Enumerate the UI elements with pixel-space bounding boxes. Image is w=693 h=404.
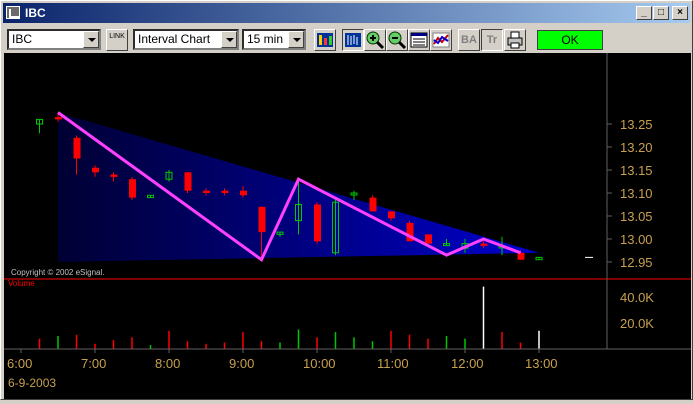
time-tick-label: 6:00 bbox=[7, 356, 32, 371]
price-tick-label: 13.15 bbox=[620, 163, 653, 178]
maximize-button[interactable]: □ bbox=[653, 6, 669, 20]
zoom-in-button[interactable] bbox=[364, 29, 386, 51]
candle bbox=[535, 256, 543, 261]
status-label: OK bbox=[561, 33, 579, 47]
chevron-down-icon[interactable] bbox=[288, 31, 304, 48]
chart-window: IBC _ □ × IBC LINK Interval Chart 15 min bbox=[0, 0, 693, 400]
title-bar[interactable]: IBC _ □ × bbox=[3, 3, 690, 23]
bar-style-icon bbox=[317, 33, 333, 47]
trade-button[interactable]: Tr bbox=[481, 29, 503, 51]
date-label: 6-9-2003 bbox=[8, 376, 56, 390]
price-tick-label: 13.00 bbox=[620, 232, 653, 247]
link-button[interactable]: LINK bbox=[106, 29, 128, 51]
candle-body bbox=[129, 179, 136, 198]
volume-layer bbox=[38, 286, 540, 349]
close-button[interactable]: × bbox=[672, 6, 688, 20]
zoom-out-icon bbox=[388, 31, 407, 50]
status-indicator: OK bbox=[537, 30, 603, 50]
bid-ask-label: BA bbox=[461, 34, 477, 46]
symbol-value: IBC bbox=[12, 32, 33, 46]
studies-button[interactable] bbox=[430, 29, 452, 51]
data-window-button[interactable] bbox=[408, 29, 430, 51]
candle-body bbox=[110, 174, 118, 177]
interval-combo[interactable]: 15 min bbox=[242, 29, 306, 50]
trade-label: Tr bbox=[486, 34, 498, 46]
bar-style-button[interactable] bbox=[314, 29, 336, 51]
candle-body bbox=[73, 137, 81, 159]
time-tick-label: 8:00 bbox=[155, 356, 180, 371]
symbol-combo[interactable]: IBC bbox=[7, 29, 101, 50]
candle-body bbox=[369, 197, 377, 212]
candle-body bbox=[203, 190, 210, 193]
time-tick-label: 9:00 bbox=[229, 356, 254, 371]
candle-body bbox=[388, 211, 395, 219]
zoom-in-icon bbox=[366, 31, 385, 50]
chart-area[interactable]: 13.25 13.20 13.15 13.10 13.05 13.00 12.95 40.0K… bbox=[4, 53, 691, 399]
time-tick-label: 13:00 bbox=[525, 356, 558, 371]
candle-body bbox=[517, 252, 525, 260]
time-tick-label: 11:00 bbox=[377, 356, 409, 371]
volume-label: Volume bbox=[8, 279, 35, 288]
zoom-out-button[interactable] bbox=[386, 29, 408, 51]
ohlc-bars-button[interactable] bbox=[342, 29, 364, 51]
candle-body bbox=[55, 117, 62, 120]
studies-icon bbox=[432, 32, 450, 48]
candle-body bbox=[92, 167, 99, 173]
link-label: LINK bbox=[109, 33, 125, 40]
price-tick-label: 13.20 bbox=[620, 140, 653, 155]
bid-ask-button[interactable]: BA bbox=[458, 29, 480, 51]
candle bbox=[314, 202, 321, 244]
ohlc-bars-icon bbox=[345, 33, 361, 47]
price-tick-label: 13.10 bbox=[620, 186, 653, 201]
chart-app-icon bbox=[6, 6, 20, 19]
price-tick-label: 12.95 bbox=[620, 255, 653, 270]
print-icon bbox=[507, 31, 523, 49]
volume-tick-label: 20.0K bbox=[620, 316, 654, 331]
volume-tick-label: 40.0K bbox=[620, 290, 654, 305]
candle-body bbox=[480, 243, 488, 246]
candle-body bbox=[221, 190, 229, 193]
time-tick-label: 10:00 bbox=[303, 356, 336, 371]
time-tick-label: 7:00 bbox=[81, 356, 106, 371]
candle bbox=[369, 195, 377, 212]
time-tick-label: 12:00 bbox=[451, 356, 484, 371]
interval-value: 15 min bbox=[247, 32, 284, 46]
print-button[interactable] bbox=[504, 29, 526, 51]
price-chart[interactable]: 13.25 13.20 13.15 13.10 13.05 13.00 12.95 40.0K… bbox=[4, 53, 691, 399]
chart-type-combo[interactable]: Interval Chart bbox=[133, 29, 239, 50]
price-tick-label: 13.25 bbox=[620, 117, 653, 132]
chevron-down-icon[interactable] bbox=[221, 31, 237, 48]
candle-body bbox=[425, 234, 432, 244]
candle bbox=[184, 172, 192, 193]
data-window-icon bbox=[410, 32, 428, 48]
candle-body bbox=[184, 172, 192, 191]
candle bbox=[425, 234, 432, 244]
window-title: IBC bbox=[25, 6, 46, 20]
candle bbox=[129, 176, 136, 200]
toolbar: IBC LINK Interval Chart 15 min BA Tr OK bbox=[3, 25, 690, 53]
chevron-down-icon[interactable] bbox=[83, 31, 99, 48]
candle-body bbox=[240, 190, 247, 196]
minimize-button[interactable]: _ bbox=[636, 6, 652, 20]
candle bbox=[36, 118, 43, 134]
chart-type-value: Interval Chart bbox=[138, 32, 211, 46]
candle-body bbox=[314, 204, 321, 242]
copyright-label: Copyright © 2002 eSignal. bbox=[11, 268, 105, 277]
candle-body bbox=[258, 206, 266, 233]
price-tick-label: 13.05 bbox=[620, 209, 653, 224]
